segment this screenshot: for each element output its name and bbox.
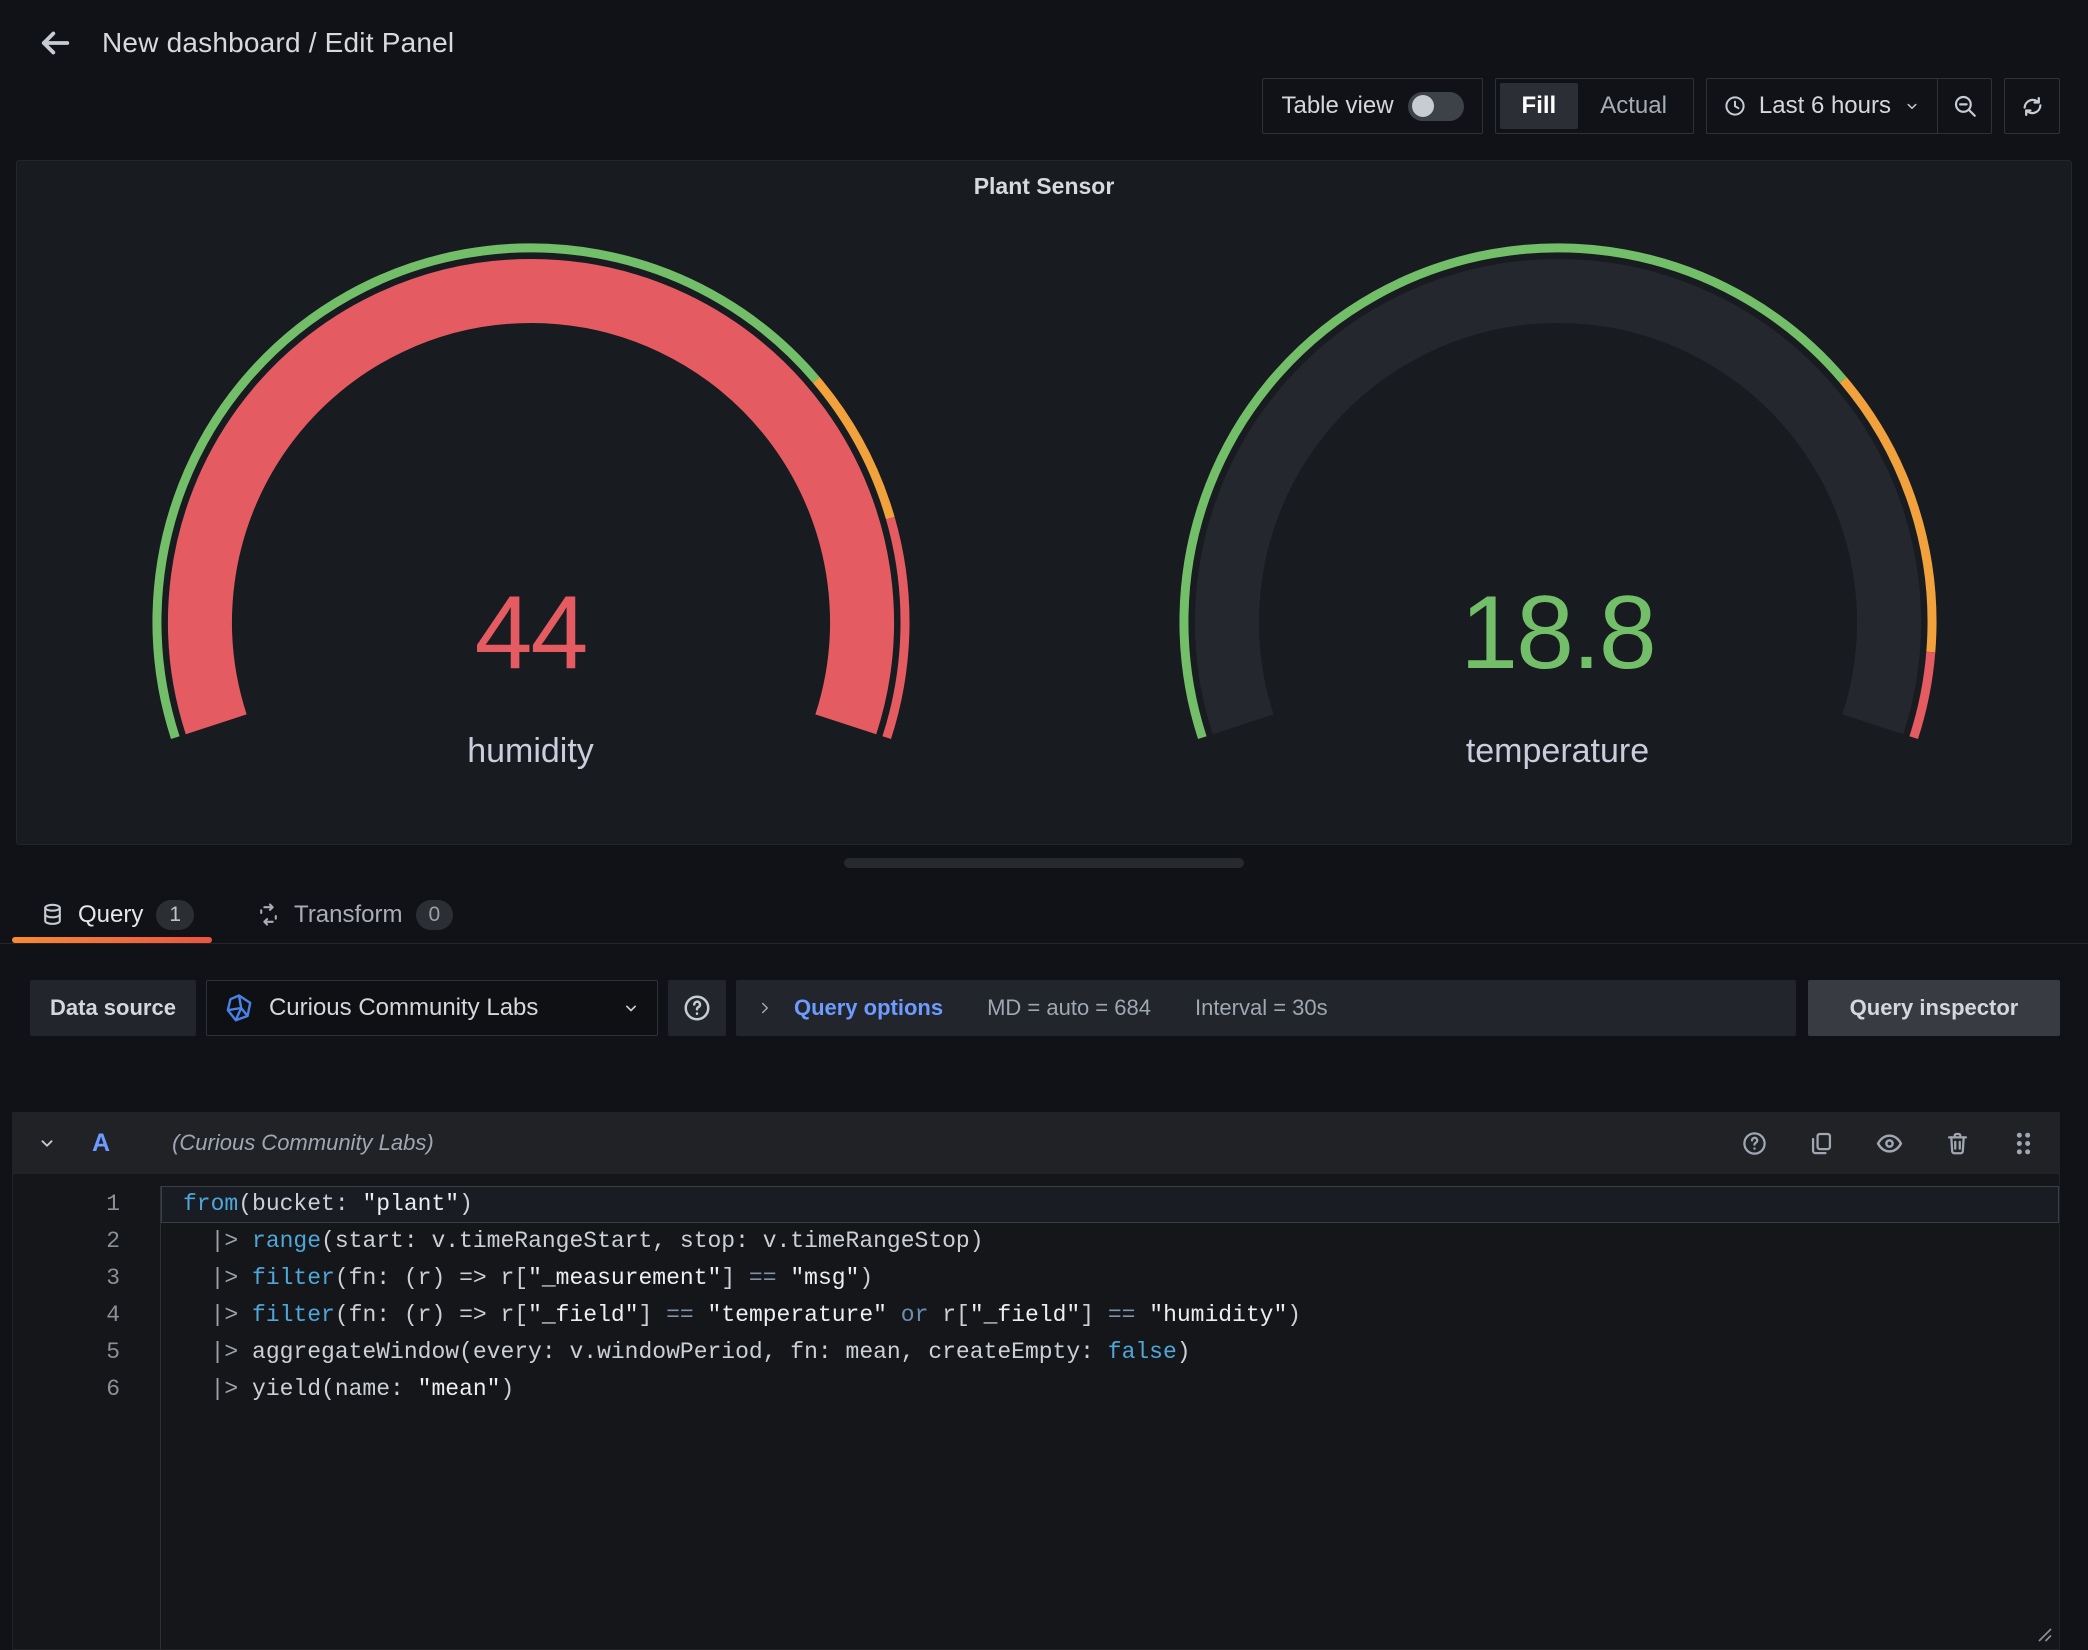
duplicate-query-icon[interactable] <box>1808 1130 1835 1157</box>
gauge-humidity-label: humidity <box>141 732 921 771</box>
time-range-label: Last 6 hours <box>1759 92 1891 120</box>
time-picker: Last 6 hours <box>1706 78 1992 134</box>
tab-transform-label: Transform <box>294 901 402 929</box>
flux-query-editor[interactable]: 123456 from(bucket: "plant") |> range(st… <box>12 1174 2060 1650</box>
display-mode-group: Fill Actual <box>1495 78 1694 134</box>
query-actions <box>1741 1129 2036 1158</box>
query-ref-id[interactable]: A <box>92 1129 110 1158</box>
table-view-switch[interactable] <box>1408 92 1464 121</box>
code-line[interactable]: from(bucket: "plant") <box>161 1186 2059 1223</box>
interval-text: Interval = 30s <box>1195 995 1328 1021</box>
panel-title: Plant Sensor <box>17 161 2071 200</box>
gauge-temperature: 18.8 temperature <box>1044 222 2071 822</box>
query-options-link[interactable]: Query options <box>794 995 943 1021</box>
datasource-select[interactable]: Curious Community Labs <box>206 980 658 1036</box>
actual-button[interactable]: Actual <box>1578 83 1689 129</box>
collapse-chevron-icon[interactable] <box>36 1132 58 1154</box>
page-title: New dashboard / Edit Panel <box>102 27 454 59</box>
editor-tabs: Query 1 Transform 0 <box>0 886 2088 944</box>
max-datapoints-text: MD = auto = 684 <box>987 995 1151 1021</box>
code-line[interactable]: |> filter(fn: (r) => r["_field"] == "tem… <box>161 1297 2059 1334</box>
tab-query[interactable]: Query 1 <box>40 886 194 943</box>
table-view-label: Table view <box>1281 92 1393 120</box>
line-number-gutter: 123456 <box>13 1186 161 1649</box>
query-help-icon[interactable] <box>1741 1130 1768 1157</box>
panel-resize-handle[interactable] <box>844 858 1244 868</box>
code-line[interactable]: |> aggregateWindow(every: v.windowPeriod… <box>161 1334 2059 1371</box>
page-header: New dashboard / Edit Panel <box>0 0 2088 62</box>
transform-icon <box>256 902 281 927</box>
code-line[interactable]: |> filter(fn: (r) => r["_measurement"] =… <box>161 1260 2059 1297</box>
gauges-row: 44 humidity 18.8 temperature <box>17 222 2071 822</box>
code-line[interactable]: |> range(start: v.timeRangeStart, stop: … <box>161 1223 2059 1260</box>
panel-preview: Plant Sensor 44 humidity 18.8 temperatur… <box>16 160 2072 845</box>
gauge-temperature-label: temperature <box>1168 732 1948 771</box>
help-circle-icon <box>682 993 712 1023</box>
time-range-button[interactable]: Last 6 hours <box>1707 79 1937 133</box>
table-view-toggle[interactable]: Table view <box>1262 78 1482 134</box>
tab-transform-badge: 0 <box>416 900 454 930</box>
clock-icon <box>1723 94 1747 118</box>
query-row-header: A (Curious Community Labs) <box>12 1112 2060 1174</box>
gauge-humidity-value: 44 <box>141 574 921 693</box>
zoom-out-icon <box>1952 93 1978 119</box>
back-arrow-button[interactable] <box>36 24 74 62</box>
query-editor-row: A (Curious Community Labs) <box>12 1112 2060 1650</box>
refresh-button[interactable] <box>2004 78 2060 134</box>
gauge-humidity: 44 humidity <box>17 222 1044 822</box>
chevron-down-icon <box>1903 97 1921 115</box>
datasource-help-button[interactable] <box>668 980 726 1036</box>
gauge-temperature-value: 18.8 <box>1168 574 1948 693</box>
delete-query-icon[interactable] <box>1944 1130 1971 1157</box>
code-line[interactable]: |> yield(name: "mean") <box>161 1371 2059 1408</box>
drag-handle-icon[interactable] <box>2011 1130 2036 1157</box>
query-inspector-button[interactable]: Query inspector <box>1808 980 2060 1036</box>
refresh-icon <box>2019 93 2046 120</box>
zoom-out-time-button[interactable] <box>1937 79 1991 133</box>
datasource-label: Data source <box>30 980 196 1036</box>
query-datasource-subtitle: (Curious Community Labs) <box>172 1130 434 1156</box>
toggle-visibility-icon[interactable] <box>1875 1129 1904 1158</box>
editor-resize-corner[interactable] <box>2034 1624 2054 1644</box>
fill-button[interactable]: Fill <box>1500 83 1579 129</box>
database-icon <box>40 902 65 927</box>
datasource-toolbar: Data source Curious Community Labs Query… <box>30 980 2060 1036</box>
tab-query-label: Query <box>78 901 143 929</box>
chevron-down-icon <box>621 998 641 1018</box>
tab-query-badge: 1 <box>156 900 194 930</box>
influxdb-logo-icon <box>223 992 255 1024</box>
chevron-right-icon <box>756 999 774 1017</box>
tab-transform[interactable]: Transform 0 <box>256 886 453 943</box>
panel-controls: Table view Fill Actual Last 6 hours <box>0 78 2060 134</box>
code-lines[interactable]: from(bucket: "plant") |> range(start: v.… <box>161 1186 2059 1649</box>
query-options-bar: Query options MD = auto = 684 Interval =… <box>736 980 1796 1036</box>
datasource-value: Curious Community Labs <box>269 994 538 1022</box>
